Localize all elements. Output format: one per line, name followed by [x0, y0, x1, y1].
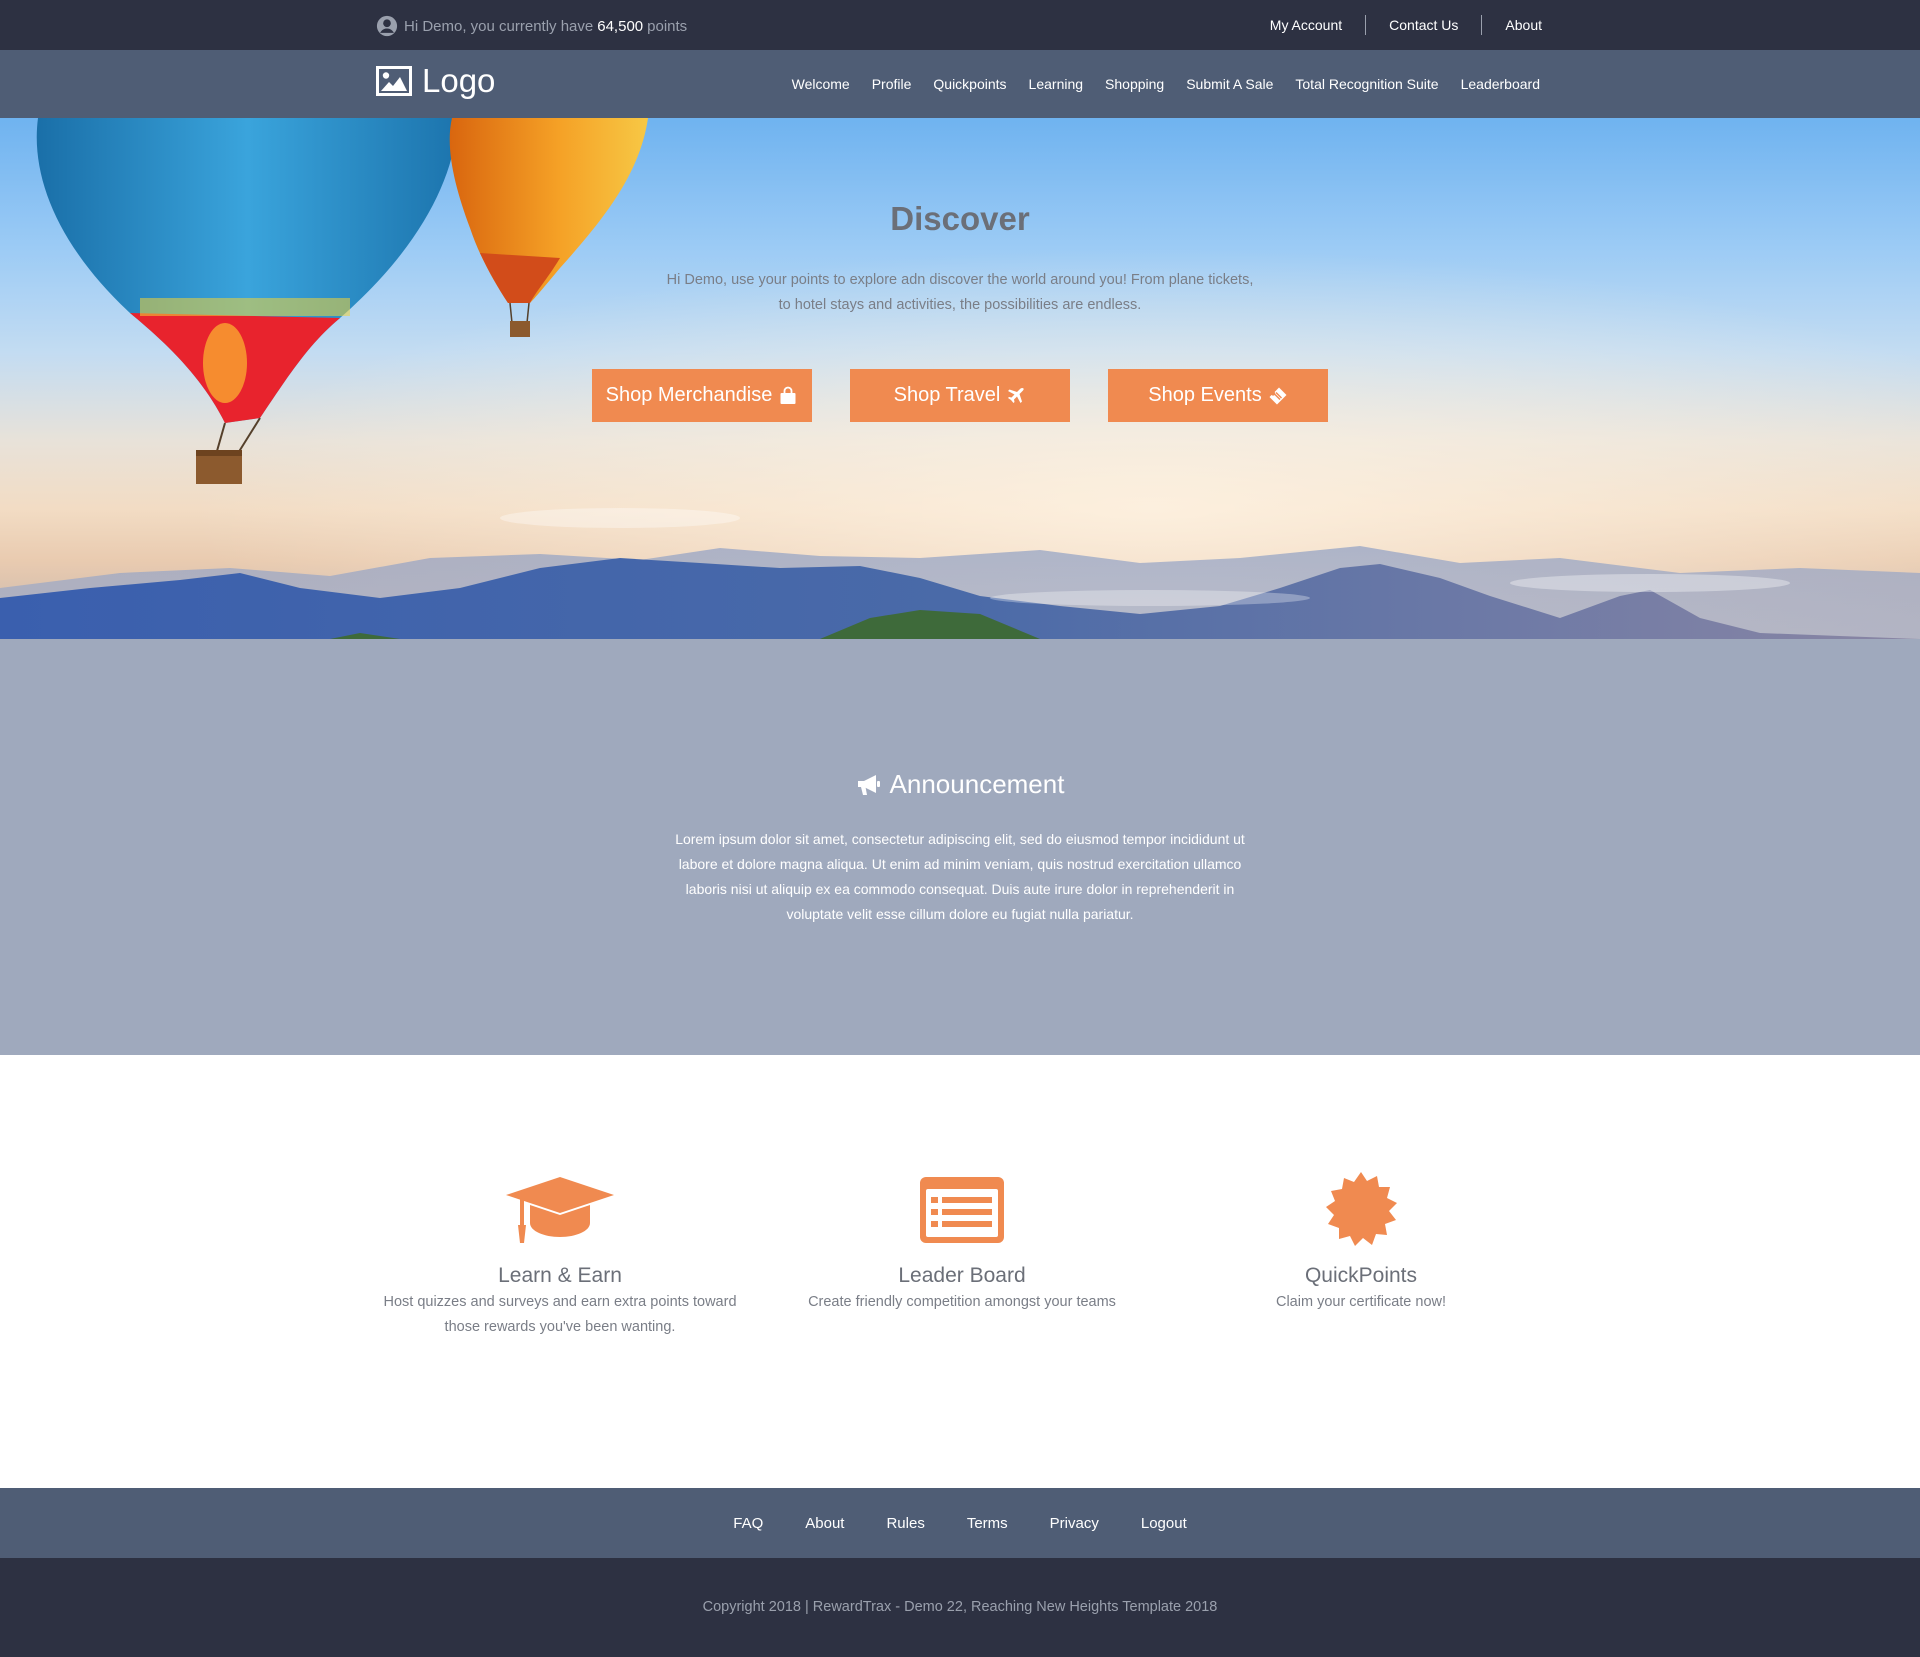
list-icon: [920, 1177, 1004, 1243]
nav-welcome[interactable]: Welcome: [792, 76, 850, 92]
feature-quickpoints[interactable]: QuickPoints Claim your certificate now!: [1171, 1170, 1551, 1315]
main-navbar: Logo Welcome Profile Quickpoints Learnin…: [0, 50, 1920, 118]
primary-nav: Welcome Profile Quickpoints Learning Sho…: [770, 50, 1540, 118]
feature-learn-earn[interactable]: Learn & Earn Host quizzes and surveys an…: [370, 1170, 750, 1340]
points-balance: 64,500: [597, 17, 644, 35]
announcement-section: Announcement Lorem ipsum dolor sit amet,…: [0, 639, 1920, 1055]
footer-link-about[interactable]: About: [805, 1515, 844, 1532]
nav-learning[interactable]: Learning: [1029, 76, 1084, 92]
nav-leaderboard[interactable]: Leaderboard: [1461, 76, 1540, 92]
nav-submit-a-sale[interactable]: Submit A Sale: [1186, 76, 1273, 92]
feature-description: Claim your certificate now!: [1275, 1294, 1447, 1310]
hero-description: Hi Demo, use your points to explore adn …: [666, 272, 1254, 313]
copyright-text: Copyright 2018 | RewardTrax - Demo 22, R…: [702, 1599, 1218, 1615]
feature-icon-wrap: [370, 1170, 750, 1250]
graduation-cap-icon: [506, 1177, 614, 1243]
top-utility-bar: Hi Demo, you currently have 64,500 point…: [0, 0, 1920, 50]
user-circle-icon: [376, 15, 398, 37]
ticket-icon: [1269, 387, 1287, 404]
footer-link-faq[interactable]: FAQ: [733, 1515, 763, 1532]
feature-title: QuickPoints: [1304, 1264, 1418, 1287]
feature-description: Create friendly competition amongst your…: [808, 1294, 1116, 1310]
feature-icon-wrap: [1171, 1170, 1551, 1250]
plane-icon: [1008, 387, 1025, 403]
footer-nav: FAQ About Rules Terms Privacy Logout: [0, 1488, 1920, 1558]
shopping-bag-icon: [780, 386, 796, 404]
button-label: Shop Events: [1148, 384, 1262, 406]
feature-leader-board[interactable]: Leader Board Create friendly competition…: [772, 1170, 1152, 1315]
logo-text: Logo: [422, 62, 496, 99]
button-label: Shop Merchandise: [605, 384, 773, 406]
nav-quickpoints[interactable]: Quickpoints: [933, 76, 1006, 92]
hero-title: Discover: [890, 200, 1030, 237]
nav-shopping[interactable]: Shopping: [1105, 76, 1164, 92]
features-section: Learn & Earn Host quizzes and surveys an…: [0, 1055, 1920, 1488]
footer-link-logout[interactable]: Logout: [1141, 1515, 1187, 1532]
shop-merchandise-button[interactable]: Shop Merchandise: [592, 369, 812, 422]
announcement-heading: Announcement: [0, 769, 1920, 800]
contact-us-link[interactable]: Contact Us: [1366, 15, 1481, 35]
my-account-link[interactable]: My Account: [1247, 15, 1365, 35]
footer-link-terms[interactable]: Terms: [967, 1515, 1008, 1532]
feature-description: Host quizzes and surveys and earn extra …: [383, 1294, 737, 1335]
feature-icon-wrap: [772, 1170, 1152, 1250]
greeting-suffix: points: [647, 17, 688, 35]
button-label: Shop Travel: [893, 384, 1001, 406]
shop-events-button[interactable]: Shop Events: [1108, 369, 1328, 422]
announcement-body: Lorem ipsum dolor sit amet, consectetur …: [675, 831, 1245, 922]
copyright-bar: Copyright 2018 | RewardTrax - Demo 22, R…: [0, 1558, 1920, 1657]
announcement-title: Announcement: [889, 769, 1065, 799]
hero-banner: Discover Hi Demo, use your points to exp…: [0, 118, 1920, 639]
logo[interactable]: Logo: [376, 62, 495, 100]
points-greeting: Hi Demo, you currently have 64,500 point…: [376, 14, 687, 38]
feature-title: Leader Board: [898, 1264, 1026, 1287]
certificate-icon: [1326, 1172, 1397, 1246]
footer-link-privacy[interactable]: Privacy: [1050, 1515, 1099, 1532]
megaphone-icon: [857, 774, 880, 795]
greeting-prefix: Hi Demo, you currently have: [404, 17, 594, 35]
utility-links: My Account Contact Us About: [1247, 15, 1542, 35]
nav-profile[interactable]: Profile: [872, 76, 912, 92]
footer-link-rules[interactable]: Rules: [886, 1515, 924, 1532]
feature-title: Learn & Earn: [498, 1264, 622, 1287]
shop-travel-button[interactable]: Shop Travel: [850, 369, 1070, 422]
about-link[interactable]: About: [1482, 15, 1542, 35]
image-icon: [376, 66, 412, 96]
nav-total-recognition-suite[interactable]: Total Recognition Suite: [1295, 76, 1438, 92]
